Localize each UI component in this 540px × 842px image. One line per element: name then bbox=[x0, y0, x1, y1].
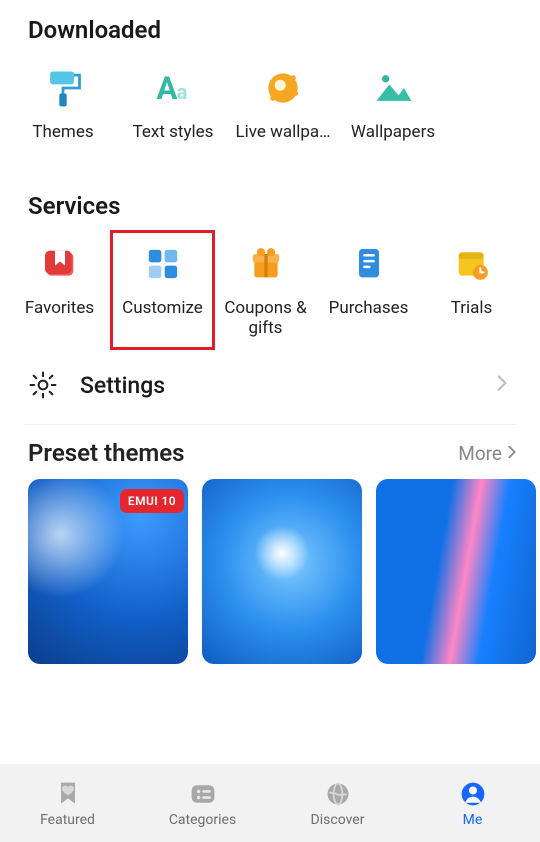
settings-row[interactable]: Settings bbox=[0, 352, 540, 418]
list-icon bbox=[188, 779, 218, 809]
gear-icon bbox=[28, 370, 58, 400]
person-icon bbox=[458, 779, 488, 809]
preset-theme-card[interactable]: EMUI 10 bbox=[28, 479, 188, 664]
services-item-label: Coupons & gifts bbox=[214, 298, 317, 340]
services-item-label: Favorites bbox=[21, 298, 98, 319]
preset-theme-card[interactable] bbox=[202, 479, 362, 664]
globe-icon bbox=[323, 779, 353, 809]
section-title-services: Services bbox=[0, 176, 540, 228]
nav-me[interactable]: Me bbox=[405, 764, 540, 842]
nav-label: Discover bbox=[311, 812, 365, 828]
preset-themes-header: Preset themes More bbox=[0, 425, 540, 475]
services-item-coupons-gifts[interactable]: Coupons & gifts bbox=[214, 232, 317, 348]
downloaded-item-label: Themes bbox=[28, 122, 97, 164]
preset-themes-title: Preset themes bbox=[28, 439, 458, 467]
services-item-customize[interactable]: Customize bbox=[111, 232, 214, 348]
nav-label: Featured bbox=[40, 812, 95, 828]
svg-text:A: A bbox=[157, 70, 178, 107]
downloaded-item-themes[interactable]: Themes bbox=[8, 56, 118, 172]
downloaded-item-wallpapers[interactable]: Wallpapers bbox=[338, 56, 448, 172]
downloaded-item-text-styles[interactable]: A a Text styles bbox=[118, 56, 228, 172]
nav-categories[interactable]: Categories bbox=[135, 764, 270, 842]
downloaded-item-label: Text styles bbox=[129, 122, 218, 164]
preset-themes-strip: EMUI 10 bbox=[0, 475, 540, 664]
downloaded-item-label: Live wallpa… bbox=[231, 122, 334, 164]
services-row: Favorites Customize Coupons & gifts bbox=[0, 228, 540, 352]
services-item-label: Trials bbox=[447, 298, 497, 319]
chevron-right-icon bbox=[492, 370, 512, 400]
section-title-downloaded: Downloaded bbox=[0, 0, 540, 52]
chevron-right-icon bbox=[504, 441, 520, 465]
preset-theme-card[interactable] bbox=[376, 479, 536, 664]
nav-label: Me bbox=[463, 812, 483, 828]
more-label: More bbox=[458, 442, 502, 465]
downloaded-row: Themes A a Text styles Live wallpa… bbox=[0, 52, 540, 176]
live-wallpaper-icon bbox=[259, 64, 307, 112]
gift-icon bbox=[242, 240, 290, 288]
settings-label: Settings bbox=[80, 372, 492, 399]
calendar-clock-icon bbox=[448, 240, 496, 288]
bottom-nav: Featured Categories Discover bbox=[0, 764, 540, 842]
tiles-icon bbox=[139, 240, 187, 288]
services-item-favorites[interactable]: Favorites bbox=[8, 232, 111, 348]
nav-discover[interactable]: Discover bbox=[270, 764, 405, 842]
services-item-label: Purchases bbox=[325, 298, 413, 319]
paint-roller-icon bbox=[39, 64, 87, 112]
downloaded-item-live-wallpapers[interactable]: Live wallpa… bbox=[228, 56, 338, 172]
services-item-purchases[interactable]: Purchases bbox=[317, 232, 420, 348]
wallpaper-icon bbox=[369, 64, 417, 112]
nav-featured[interactable]: Featured bbox=[0, 764, 135, 842]
nav-label: Categories bbox=[169, 812, 236, 828]
bookmark-icon bbox=[36, 240, 84, 288]
text-aa-icon: A a bbox=[149, 64, 197, 112]
services-item-label: Customize bbox=[118, 298, 207, 319]
more-button[interactable]: More bbox=[458, 441, 520, 465]
svg-text:a: a bbox=[177, 80, 188, 104]
theme-badge: EMUI 10 bbox=[120, 489, 184, 513]
downloaded-item-label: Wallpapers bbox=[347, 122, 439, 164]
heart-bookmark-icon bbox=[53, 779, 83, 809]
receipt-icon bbox=[345, 240, 393, 288]
services-item-trials[interactable]: Trials bbox=[420, 232, 523, 348]
